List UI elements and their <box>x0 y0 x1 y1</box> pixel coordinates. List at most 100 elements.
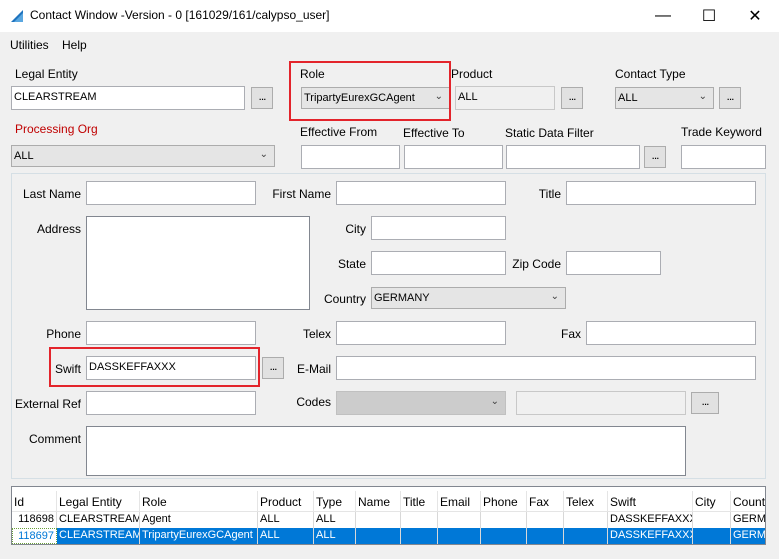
state-label: State <box>337 257 366 271</box>
codes-label: Codes <box>296 395 331 409</box>
table-cell: ALL <box>314 512 356 528</box>
menu-help[interactable]: Help <box>62 38 87 52</box>
processing-org-select-value: ALL <box>14 150 34 162</box>
city-field[interactable] <box>371 216 506 240</box>
static-data-filter-label: Static Data Filter <box>505 126 594 140</box>
table-header-phone[interactable]: Phone <box>481 491 527 511</box>
static-data-filter-field[interactable] <box>506 145 640 169</box>
contact-type-label: Contact Type <box>615 67 686 81</box>
legal-entity-field[interactable]: CLEARSTREAM <box>11 86 245 110</box>
country-select-value: GERMANY <box>374 292 430 304</box>
table-header-type[interactable]: Type <box>314 491 356 511</box>
table-header-legal-entity[interactable]: Legal Entity <box>57 491 140 511</box>
table-cell: Agent <box>140 512 258 528</box>
comment-label: Comment <box>28 432 81 446</box>
role-highlight-box <box>289 61 451 121</box>
window-title: Contact Window -Version - 0 [161029/161/… <box>30 8 330 22</box>
table-header-product[interactable]: Product <box>258 491 314 511</box>
fax-label: Fax <box>560 327 581 341</box>
table-cell: ALL <box>258 512 314 528</box>
table-header-title[interactable]: Title <box>401 491 438 511</box>
contacts-table: Id Legal Entity Role Product Type Name T… <box>11 486 766 545</box>
app-icon <box>11 10 23 22</box>
codes-browse-button[interactable]: ... <box>691 392 719 414</box>
email-field[interactable] <box>336 356 756 380</box>
menu-utilities[interactable]: Utilities <box>10 38 49 52</box>
table-cell <box>401 512 438 528</box>
static-data-filter-browse-button[interactable]: ... <box>644 146 666 168</box>
table-header-name[interactable]: Name <box>356 491 401 511</box>
first-name-field[interactable] <box>336 181 506 205</box>
table-header-swift[interactable]: Swift <box>608 491 693 511</box>
table-cell: CLEARSTREAM <box>57 512 140 528</box>
trade-keyword-label: Trade Keyword <box>681 125 762 139</box>
table-header-id[interactable]: Id <box>12 491 57 511</box>
table-cell <box>438 528 481 544</box>
chevron-down-icon: ⌄ <box>490 396 499 407</box>
country-select[interactable]: GERMANY ⌄ <box>371 287 566 309</box>
effective-to-field[interactable] <box>404 145 503 169</box>
table-cell <box>527 512 564 528</box>
zip-code-label: Zip Code <box>512 257 561 271</box>
table-cell: 118697 <box>12 528 57 544</box>
maximize-button[interactable]: ☐ <box>686 0 732 32</box>
table-cell <box>438 512 481 528</box>
code-value-field[interactable] <box>516 391 686 415</box>
table-header-email[interactable]: Email <box>438 491 481 511</box>
address-field[interactable] <box>86 216 310 310</box>
table-header-fax[interactable]: Fax <box>527 491 564 511</box>
table-cell: DASSKEFFAXXX <box>608 512 693 528</box>
table-cell: GERMA <box>731 512 765 528</box>
contact-type-select-value: ALL <box>618 92 638 104</box>
last-name-field[interactable] <box>86 181 256 205</box>
fax-field[interactable] <box>586 321 756 345</box>
table-cell <box>564 512 608 528</box>
table-cell <box>356 528 401 544</box>
table-header-city[interactable]: City <box>693 491 731 511</box>
minimize-button[interactable]: — <box>640 0 686 32</box>
product-label: Product <box>451 67 493 81</box>
last-name-label: Last Name <box>22 187 81 201</box>
legal-entity-browse-button[interactable]: ... <box>251 87 273 109</box>
table-cell <box>401 528 438 544</box>
codes-select[interactable]: ⌄ <box>336 391 506 415</box>
table-cell <box>693 512 731 528</box>
state-field[interactable] <box>371 251 506 275</box>
product-field[interactable]: ALL <box>455 86 555 110</box>
title-field[interactable] <box>566 181 756 205</box>
country-label: Country <box>323 292 366 306</box>
zip-code-field[interactable] <box>566 251 661 275</box>
table-cell: ALL <box>314 528 356 544</box>
effective-to-label: Effective To <box>403 126 465 140</box>
phone-label: Phone <box>46 327 81 341</box>
table-cell: 118698 <box>12 512 57 528</box>
table-cell <box>481 512 527 528</box>
table-cell <box>527 528 564 544</box>
table-header-telex[interactable]: Telex <box>564 491 608 511</box>
phone-field[interactable] <box>86 321 256 345</box>
telex-field[interactable] <box>336 321 506 345</box>
processing-org-select[interactable]: ALL ⌄ <box>11 145 275 167</box>
external-ref-field[interactable] <box>86 391 256 415</box>
table-cell <box>693 528 731 544</box>
table-cell: ALL <box>258 528 314 544</box>
close-button[interactable]: ✕ <box>732 0 778 32</box>
product-browse-button[interactable]: ... <box>561 87 583 109</box>
table-cell <box>481 528 527 544</box>
trade-keyword-field[interactable] <box>681 145 766 169</box>
chevron-down-icon: ⌄ <box>698 91 707 102</box>
effective-from-field[interactable] <box>301 145 400 169</box>
contact-type-select[interactable]: ALL ⌄ <box>615 87 714 109</box>
comment-field[interactable] <box>86 426 686 476</box>
table-header-role[interactable]: Role <box>140 491 258 511</box>
title-label: Title <box>538 187 561 201</box>
contact-type-browse-button[interactable]: ... <box>719 87 741 109</box>
legal-entity-label: Legal Entity <box>15 67 78 81</box>
table-cell: DASSKEFFAXXX <box>608 528 693 544</box>
address-label: Address <box>36 222 81 236</box>
processing-org-label: Processing Org <box>15 122 98 136</box>
first-name-label: First Name <box>272 187 331 201</box>
effective-from-label: Effective From <box>300 125 378 139</box>
swift-highlight-box <box>49 347 260 387</box>
table-header-country[interactable]: Count <box>731 491 765 511</box>
